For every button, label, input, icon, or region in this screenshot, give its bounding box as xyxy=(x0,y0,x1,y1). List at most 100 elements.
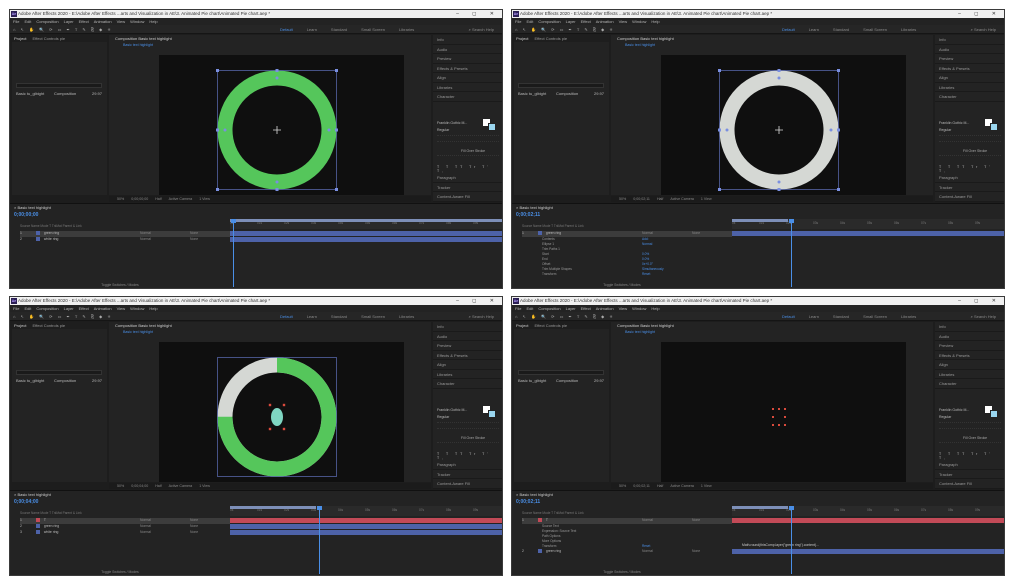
tools-icons[interactable]: ⌂ ↖ ✋ 🔍 ⟳ ▭ ✒ T ✎ ⎘ ◆ ✳ xyxy=(515,312,615,321)
menu-item[interactable]: Help xyxy=(149,306,157,311)
right-panel-paragraph[interactable]: Paragraph xyxy=(935,173,1004,183)
layer-label-color[interactable] xyxy=(35,231,40,236)
composition-viewer[interactable] xyxy=(661,55,906,195)
viewer-option[interactable]: 50% xyxy=(619,484,626,488)
viewer-option[interactable]: 50% xyxy=(117,484,124,488)
property-value[interactable]: Reset xyxy=(642,272,650,277)
layer-mode[interactable]: Normal xyxy=(140,237,151,243)
menu-item[interactable]: File xyxy=(515,306,521,311)
layer-label-color[interactable] xyxy=(537,231,542,236)
menu-item[interactable]: Edit xyxy=(24,306,31,311)
layer-name[interactable]: white ring xyxy=(44,530,59,534)
font-family-select[interactable]: Franklin Gothic M... xyxy=(437,121,467,125)
viewer-option[interactable]: Active Camera xyxy=(670,484,694,488)
menu-item[interactable]: Window xyxy=(632,306,646,311)
search-help[interactable]: ⌕ Search Help xyxy=(971,25,996,34)
layer-mode[interactable]: Normal xyxy=(642,518,653,524)
scale-row[interactable] xyxy=(437,155,499,161)
scale-row[interactable] xyxy=(437,442,499,448)
project-item[interactable]: Basic tu_glbight Composition 29.97 xyxy=(518,378,606,384)
timeline-layer-row[interactable]: 1 green ring Normal None xyxy=(20,231,230,237)
text-style-buttons[interactable]: T T TT Tr T' T, xyxy=(939,165,1003,173)
right-panel-tracker[interactable]: Tracker xyxy=(935,183,1004,192)
right-panel-effects-presets[interactable]: Effects & Presets xyxy=(935,64,1004,73)
layer-label-color[interactable] xyxy=(35,518,40,523)
workspace-libraries[interactable]: Libraries xyxy=(901,314,916,319)
window-controls[interactable]: – ◻ ✕ xyxy=(958,297,1002,305)
project-tab[interactable]: Effect Controls pie xyxy=(32,36,65,41)
workspace-default[interactable]: Default xyxy=(280,314,293,319)
right-panel-audio[interactable]: Audio xyxy=(935,45,1004,54)
right-panel-paragraph[interactable]: Paragraph xyxy=(433,460,502,470)
viewer-option[interactable]: 1 View xyxy=(701,197,712,201)
fill-color-swatch[interactable] xyxy=(990,410,998,418)
right-panel-character[interactable]: Character xyxy=(935,379,1004,389)
right-panel-paragraph[interactable]: Paragraph xyxy=(935,460,1004,470)
layer-mode[interactable]: Normal xyxy=(140,518,151,524)
menu-item[interactable]: Edit xyxy=(24,19,31,24)
layer-duration-bar[interactable] xyxy=(732,231,1004,236)
menu-item[interactable]: Layer xyxy=(64,306,74,311)
layer-mode[interactable]: Normal xyxy=(140,524,151,530)
right-panel-libraries[interactable]: Libraries xyxy=(433,370,502,379)
workspace-standard[interactable]: Standard xyxy=(833,27,849,32)
composition-viewer[interactable] xyxy=(159,342,404,482)
workspace-small-screen[interactable]: Small Screen xyxy=(863,27,887,32)
right-panel-libraries[interactable]: Libraries xyxy=(433,83,502,92)
current-timecode[interactable]: 0;00;04;00 xyxy=(14,499,38,505)
workspace-switcher[interactable]: Default Learn Standard Small Screen Librarie… xyxy=(782,25,930,34)
composition-tab[interactable]: Composition Basic text highlight xyxy=(611,35,933,42)
viewer-option[interactable]: 1 View xyxy=(199,197,210,201)
kerning-row[interactable] xyxy=(939,428,1001,434)
right-panel-audio[interactable]: Audio xyxy=(935,332,1004,341)
composition-viewer[interactable] xyxy=(159,55,404,195)
right-panel-info[interactable]: Info xyxy=(433,322,502,332)
layer-parent[interactable]: None xyxy=(190,530,198,536)
layer-mode[interactable]: Normal xyxy=(642,549,653,555)
layer-label-color[interactable] xyxy=(35,530,40,535)
work-area-bar[interactable] xyxy=(230,506,316,509)
timeline-tab[interactable]: × Basic text highlight xyxy=(516,492,553,497)
workspace-small-screen[interactable]: Small Screen xyxy=(361,27,385,32)
menu-item[interactable]: Window xyxy=(130,19,144,24)
layer-label-color[interactable] xyxy=(537,549,542,554)
composition-canvas[interactable] xyxy=(159,342,404,482)
timeline-tab[interactable]: × Basic text highlight xyxy=(14,205,51,210)
layer-parent[interactable]: None xyxy=(692,549,700,555)
menu-item[interactable]: Help xyxy=(149,19,157,24)
right-panel-content-aware-fill[interactable]: Content-Aware Fill xyxy=(433,479,502,489)
workspace-switcher[interactable]: Default Learn Standard Small Screen Librarie… xyxy=(280,25,428,34)
workspace-switcher[interactable]: Default Learn Standard Small Screen Librarie… xyxy=(782,312,930,321)
menu-item[interactable]: Layer xyxy=(566,306,576,311)
right-panel-content-aware-fill[interactable]: Content-Aware Fill xyxy=(935,479,1004,489)
project-tab[interactable]: Effect Controls pie xyxy=(32,323,65,328)
search-help[interactable]: ⌕ Search Help xyxy=(469,312,494,321)
menu-item[interactable]: Composition xyxy=(538,19,560,24)
workspace-libraries[interactable]: Libraries xyxy=(399,27,414,32)
layer-duration-bar[interactable] xyxy=(230,231,502,236)
project-search-input[interactable] xyxy=(16,370,102,375)
composition-viewer[interactable] xyxy=(661,342,906,482)
viewer-option[interactable]: 1 View xyxy=(199,484,210,488)
kerning-row[interactable] xyxy=(437,141,499,147)
text-style-buttons[interactable]: T T TT Tr T' T, xyxy=(437,165,501,173)
workspace-standard[interactable]: Standard xyxy=(331,314,347,319)
timeline-layer-row[interactable]: 1 T Normal None xyxy=(20,518,230,524)
workspace-standard[interactable]: Standard xyxy=(833,314,849,319)
menu-item[interactable]: Animation xyxy=(94,306,112,311)
right-panel-audio[interactable]: Audio xyxy=(433,45,502,54)
timeline-layer-row[interactable]: 2 green ring Normal None xyxy=(522,549,732,555)
layer-duration-bar[interactable] xyxy=(230,524,502,529)
workspace-learn[interactable]: Learn xyxy=(307,27,317,32)
workspace-default[interactable]: Default xyxy=(782,314,795,319)
window-controls[interactable]: – ◻ ✕ xyxy=(958,10,1002,18)
menu-item[interactable]: Edit xyxy=(526,19,533,24)
menu-item[interactable]: Effect xyxy=(79,306,89,311)
layer-mode[interactable]: Normal xyxy=(140,530,151,536)
right-panel-tracker[interactable]: Tracker xyxy=(935,470,1004,479)
toggle-switches-modes[interactable]: Toggle Switches / Modes xyxy=(10,283,230,287)
viewer-option[interactable]: Active Camera xyxy=(169,197,193,201)
project-item[interactable]: Basic tu_glbight Composition 29.97 xyxy=(16,91,104,97)
right-panel-align[interactable]: Align xyxy=(935,360,1004,370)
viewer-option[interactable]: Half xyxy=(657,197,663,201)
